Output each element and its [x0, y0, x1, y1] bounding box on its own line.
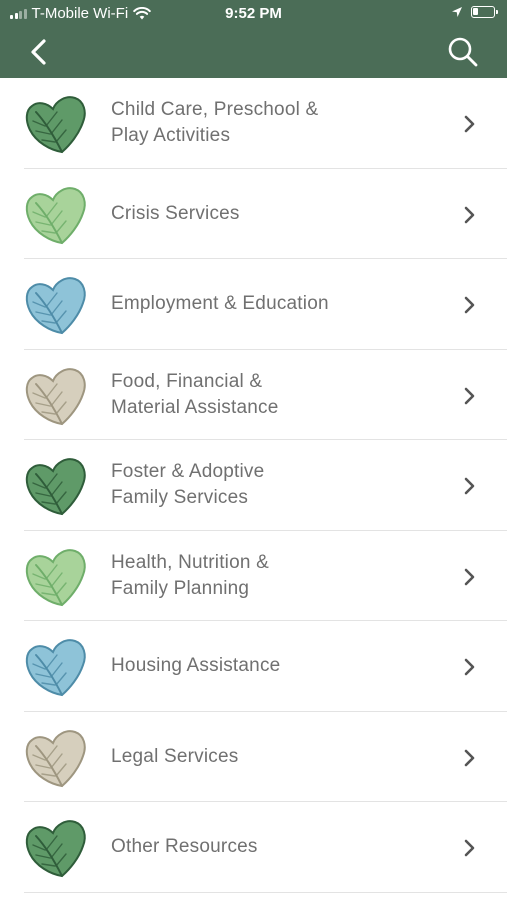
chevron-right-icon: [464, 568, 475, 585]
category-label: Employment & Education: [111, 291, 411, 317]
status-right: [451, 6, 498, 18]
heart-leaf-icon: [25, 820, 86, 878]
category-label-line1: Food, Financial &: [111, 370, 263, 392]
category-row[interactable]: Other Resources: [0, 802, 507, 893]
category-label: Health, Nutrition & Family Planning: [111, 550, 411, 602]
category-row[interactable]: Food, Financial & Material Assistance: [0, 350, 507, 441]
category-row[interactable]: Crisis Services: [0, 169, 507, 260]
status-bar: T-Mobile Wi-Fi 9:52 PM: [0, 0, 507, 28]
category-list: Child Care, Preschool & Play Activities Cr…: [0, 78, 507, 893]
category-label-line1: Employment & Education: [111, 293, 329, 314]
location-arrow-icon: [452, 7, 462, 17]
category-label: Housing Assistance: [111, 653, 411, 679]
category-row[interactable]: Legal Services: [0, 712, 507, 803]
chevron-right-icon: [464, 115, 475, 133]
category-row[interactable]: Child Care, Preschool & Play Activities: [0, 78, 507, 169]
heart-leaf-icon: [25, 186, 86, 244]
category-row[interactable]: Housing Assistance: [0, 621, 507, 712]
heart-leaf-icon: [25, 639, 86, 697]
category-label: Crisis Services: [111, 201, 411, 227]
category-label-line2: Play Activities: [111, 125, 231, 146]
heart-leaf-icon: [25, 277, 86, 335]
status-time: 9:52 PM: [225, 5, 282, 22]
battery-icon: [471, 6, 498, 18]
search-button[interactable]: [445, 34, 481, 70]
search-icon: [448, 37, 478, 67]
category-label: Legal Services: [111, 744, 411, 770]
heart-leaf-icon: [25, 96, 86, 154]
category-label: Child Care, Preschool & Play Activities: [111, 97, 411, 149]
category-row[interactable]: Foster & Adoptive Family Services: [0, 440, 507, 531]
category-label-line1: Crisis Services: [111, 202, 240, 224]
heart-leaf-icon: [25, 458, 86, 516]
chevron-left-icon: [31, 39, 46, 65]
heart-leaf-icon: [25, 729, 86, 787]
back-button[interactable]: [22, 34, 58, 70]
chevron-right-icon: [464, 477, 475, 495]
chevron-right-icon: [464, 296, 475, 314]
category-label: Foster & Adoptive Family Services: [111, 459, 411, 511]
category-label: Food, Financial & Material Assistance: [111, 369, 411, 421]
category-label-line1: Child Care, Preschool &: [111, 99, 319, 120]
category-row[interactable]: Health, Nutrition & Family Planning: [0, 531, 507, 622]
category-label-line1: Health, Nutrition &: [111, 551, 269, 573]
category-label-line1: Foster & Adoptive: [111, 461, 265, 482]
category-label-line2: Material Assistance: [111, 396, 279, 418]
category-label-line2: Family Services: [111, 487, 249, 508]
chevron-right-icon: [464, 387, 475, 404]
category-label-line1: Other Resources: [111, 836, 258, 857]
category-label: Other Resources: [111, 834, 411, 860]
heart-leaf-icon: [25, 548, 86, 606]
heart-leaf-icon: [25, 367, 86, 425]
chevron-right-icon: [464, 206, 475, 223]
chevron-right-icon: [464, 749, 475, 766]
category-label-line1: Legal Services: [111, 745, 239, 767]
category-label-line1: Housing Assistance: [111, 655, 281, 676]
chevron-right-icon: [464, 658, 475, 676]
chevron-right-icon: [464, 839, 475, 857]
category-label-line2: Family Planning: [111, 577, 250, 599]
app-header: T-Mobile Wi-Fi 9:52 PM: [0, 0, 507, 78]
category-row[interactable]: Employment & Education: [0, 259, 507, 350]
